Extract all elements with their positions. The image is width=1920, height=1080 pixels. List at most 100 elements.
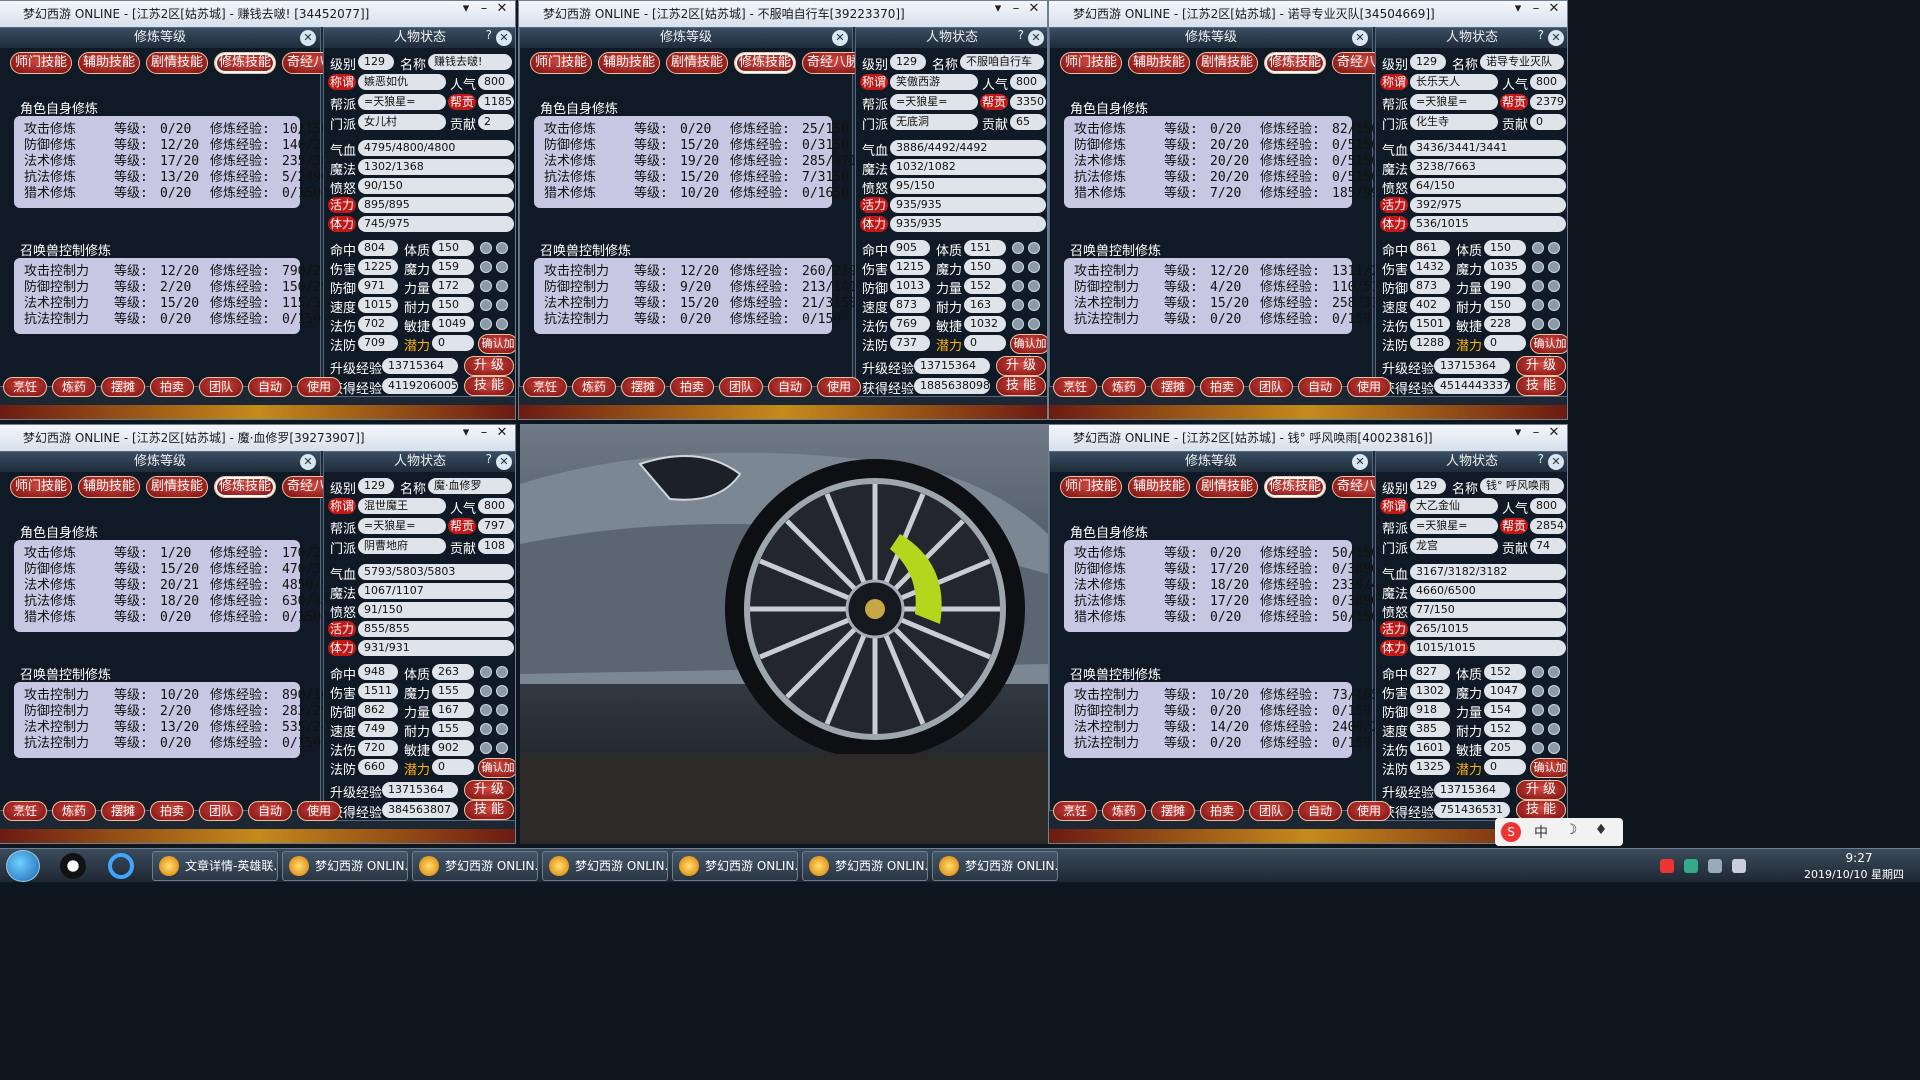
remove-point-minus-icon[interactable]	[1548, 685, 1560, 697]
ime-chinese-toggle[interactable]: 中	[1531, 822, 1551, 842]
title-label[interactable]: 称谓	[328, 498, 356, 514]
action-button[interactable]: 烹饪	[3, 801, 47, 821]
action-button[interactable]: 炼药	[572, 377, 616, 397]
action-button[interactable]: 摆摊	[621, 377, 665, 397]
add-point-plus-icon[interactable]	[1532, 261, 1544, 273]
status-close-icon[interactable]: ✕	[1548, 454, 1564, 470]
help-icon[interactable]: ?	[1538, 452, 1544, 466]
ime-sogou-icon[interactable]: S	[1501, 822, 1521, 842]
tab-cultivation[interactable]: 修炼技能	[1264, 52, 1326, 74]
title-value[interactable]: 混世魔王	[358, 498, 446, 514]
clock-time[interactable]: 9:27	[1800, 851, 1918, 865]
stamina-label[interactable]: 体力	[860, 216, 888, 232]
tab-assist[interactable]: 辅助技能	[78, 52, 140, 74]
panel-close-icon[interactable]: ✕	[300, 30, 316, 46]
taskbar-window-button[interactable]: 梦幻西游 ONLIN...	[282, 851, 408, 881]
taskbar-window-button[interactable]: 梦幻西游 ONLIN...	[932, 851, 1058, 881]
action-button[interactable]: 拍卖	[670, 377, 714, 397]
action-button[interactable]: 使用	[1347, 377, 1391, 397]
title-value[interactable]: 长乐天人	[1410, 74, 1498, 90]
panel-close-icon[interactable]: ✕	[832, 30, 848, 46]
close-button[interactable]: ✕	[1025, 1, 1043, 16]
title-label[interactable]: 称谓	[328, 74, 356, 90]
taskbar-window-button[interactable]: 梦幻西游 ONLIN...	[542, 851, 668, 881]
window-titlebar[interactable]: 梦幻西游 ONLINE - [江苏2区[姑苏城] - 不服咱自行车[392233…	[519, 1, 1047, 27]
maximize-button[interactable]: –	[1527, 425, 1545, 440]
add-point-plus-icon[interactable]	[1532, 723, 1544, 735]
action-button[interactable]: 自动	[768, 377, 812, 397]
add-point-plus-icon[interactable]	[1532, 685, 1544, 697]
add-point-plus-icon[interactable]	[1532, 242, 1544, 254]
remove-point-minus-icon[interactable]	[496, 242, 508, 254]
add-point-plus-icon[interactable]	[1012, 299, 1024, 311]
help-icon[interactable]: ?	[1018, 28, 1024, 42]
confirm-points-button[interactable]: 确认加点	[1530, 758, 1567, 792]
add-point-plus-icon[interactable]	[1532, 280, 1544, 292]
action-button[interactable]: 团队	[1249, 377, 1293, 397]
add-point-plus-icon[interactable]	[480, 242, 492, 254]
action-button[interactable]: 团队	[199, 377, 243, 397]
minimize-button[interactable]: ▾	[1509, 1, 1527, 16]
status-close-icon[interactable]: ✕	[496, 30, 512, 46]
help-icon[interactable]: ?	[486, 28, 492, 42]
tab-school[interactable]: 师门技能	[530, 52, 592, 74]
minimize-button[interactable]: ▾	[457, 1, 475, 16]
add-point-plus-icon[interactable]	[480, 723, 492, 735]
remove-point-minus-icon[interactable]	[496, 318, 508, 330]
title-value[interactable]: 笑傲西游	[890, 74, 978, 90]
remove-point-minus-icon[interactable]	[496, 280, 508, 292]
action-button[interactable]: 烹饪	[1053, 377, 1097, 397]
close-button[interactable]: ✕	[493, 425, 511, 440]
game-window[interactable]: 梦幻西游 ONLINE - [江苏2区[姑苏城] - 赚钱去啵! [344520…	[0, 0, 516, 420]
remove-point-minus-icon[interactable]	[1548, 242, 1560, 254]
browser-icon[interactable]	[108, 853, 134, 879]
vitality-label[interactable]: 活力	[860, 197, 888, 213]
add-point-plus-icon[interactable]	[480, 299, 492, 311]
action-button[interactable]: 炼药	[1102, 801, 1146, 821]
add-point-plus-icon[interactable]	[1012, 261, 1024, 273]
qq-icon[interactable]	[60, 853, 86, 879]
ime-moon-icon[interactable]: ☽	[1561, 822, 1581, 838]
confirm-points-button[interactable]: 确认加点	[478, 334, 515, 368]
maximize-button[interactable]: –	[1527, 1, 1545, 16]
add-point-plus-icon[interactable]	[1012, 280, 1024, 292]
action-button[interactable]: 使用	[297, 377, 341, 397]
faction-contribution-button[interactable]: 帮贡	[448, 518, 476, 534]
action-button[interactable]: 使用	[817, 377, 861, 397]
action-button[interactable]: 使用	[1347, 801, 1391, 821]
add-point-plus-icon[interactable]	[1012, 242, 1024, 254]
add-point-plus-icon[interactable]	[480, 742, 492, 754]
action-button[interactable]: 拍卖	[1200, 377, 1244, 397]
title-value[interactable]: 嫉恶如仇	[358, 74, 446, 90]
remove-point-minus-icon[interactable]	[1548, 318, 1560, 330]
stamina-label[interactable]: 体力	[1380, 640, 1408, 656]
faction-contribution-button[interactable]: 帮贡	[1500, 94, 1528, 110]
action-button[interactable]: 团队	[1249, 801, 1293, 821]
action-button[interactable]: 团队	[719, 377, 763, 397]
action-button[interactable]: 自动	[248, 801, 292, 821]
remove-point-minus-icon[interactable]	[496, 723, 508, 735]
action-button[interactable]: 拍卖	[1200, 801, 1244, 821]
tab-school[interactable]: 师门技能	[10, 476, 72, 498]
remove-point-minus-icon[interactable]	[496, 685, 508, 697]
tab-school[interactable]: 师门技能	[1060, 52, 1122, 74]
vitality-label[interactable]: 活力	[328, 197, 356, 213]
panel-close-icon[interactable]: ✕	[1352, 454, 1368, 470]
action-button[interactable]: 烹饪	[3, 377, 47, 397]
maximize-button[interactable]: –	[1007, 1, 1025, 16]
start-button[interactable]	[6, 850, 40, 882]
action-button[interactable]: 烹饪	[523, 377, 567, 397]
tab-story[interactable]: 剧情技能	[1196, 476, 1258, 498]
add-point-plus-icon[interactable]	[480, 318, 492, 330]
close-button[interactable]: ✕	[1545, 1, 1563, 16]
remove-point-minus-icon[interactable]	[496, 261, 508, 273]
taskbar-window-button[interactable]: 梦幻西游 ONLIN...	[672, 851, 798, 881]
remove-point-minus-icon[interactable]	[1548, 261, 1560, 273]
faction-contribution-button[interactable]: 帮贡	[980, 94, 1008, 110]
panel-close-icon[interactable]: ✕	[300, 454, 316, 470]
add-point-plus-icon[interactable]	[480, 704, 492, 716]
clock-date[interactable]: 2019/10/10 星期四	[1790, 866, 1918, 882]
remove-point-minus-icon[interactable]	[1028, 318, 1040, 330]
stamina-label[interactable]: 体力	[1380, 216, 1408, 232]
add-point-plus-icon[interactable]	[480, 666, 492, 678]
